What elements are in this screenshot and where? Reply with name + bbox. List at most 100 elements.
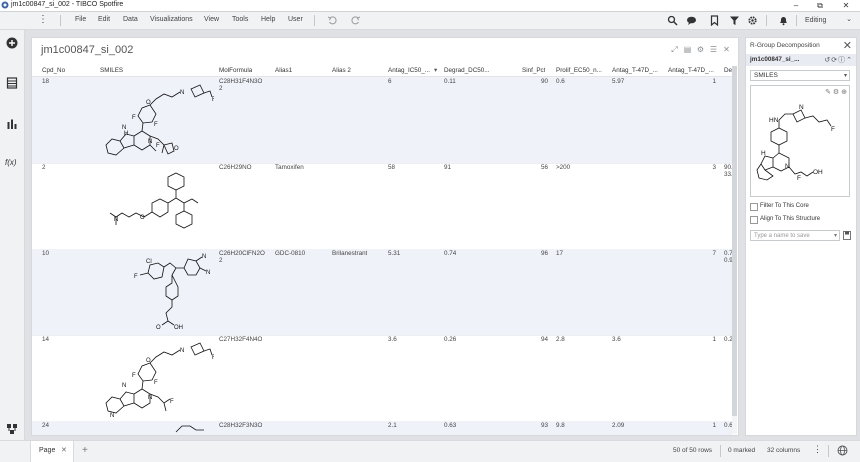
add-page-button[interactable]: + [82,445,88,456]
close-window-button[interactable]: ✕ [834,0,858,11]
left-sidebar: f(x) [0,30,25,440]
align-to-structure-checkbox[interactable] [750,216,758,224]
svg-text:N: N [206,270,210,276]
structure-column-select[interactable]: SMILES ▾ [750,70,850,81]
globe-icon[interactable] [837,445,848,456]
zoom-icon[interactable]: ⊕ [841,89,847,96]
cell-degrad-dc50: 0.74 [444,250,457,257]
visualization-settings-icon[interactable]: ⚙ [696,45,705,54]
save-disk-icon[interactable] [843,231,851,240]
table-visualization: jm1c00847_si_002 ⤢ ▤ ⚙ ☰ ✕ Cpd_No SMILES… [31,37,739,436]
maximize-visualization-icon[interactable]: ⤢ [670,45,679,54]
column-header-antag-t47d-a[interactable]: Antag_T-47D_... [612,67,660,74]
column-header-alias2[interactable]: Alias 2 [332,67,351,74]
menu-file[interactable]: File [75,16,86,23]
menu-user[interactable]: User [288,16,303,23]
cell-molformula: C28H31F4N3O [219,78,263,85]
cell-alias1: GDC-0810 [275,250,306,257]
settings-gear-icon[interactable] [747,15,758,26]
menu-visualizations[interactable]: Visualizations [150,16,193,23]
rgroup-data-table-tab[interactable]: jm1c00847_si_... [750,56,799,63]
cell-molformula: C26H20ClFN2O [219,250,265,257]
menu-data[interactable]: Data [123,16,138,23]
search-icon[interactable] [667,15,678,26]
column-header-alias1[interactable]: Alias1 [275,67,292,74]
table-row[interactable]: 24 C28H32F3N3O 2.1 0.63 93 9.8 2.09 1 0.… [32,421,733,435]
menu-tools[interactable]: Tools [232,16,248,23]
menu-view[interactable]: View [204,16,219,23]
close-panel-icon[interactable]: ✕ [843,39,852,52]
save-name-input[interactable]: Type a name to save ▾ [750,230,840,241]
details-icon[interactable]: ▤ [683,45,692,54]
more-menu-icon[interactable]: ⋮ [38,14,48,25]
core-structure-sketcher[interactable]: ✎ ⚙ ⊕ HN N F H N F OH [750,85,850,197]
sort-desc-icon[interactable]: ▾ [434,67,437,74]
bar-chart-icon[interactable] [6,118,18,130]
sketcher-settings-icon[interactable]: ⚙ [833,89,839,96]
sketcher-toolbar: ✎ ⚙ ⊕ [825,88,847,96]
table-row[interactable]: 14 C27H32F4N4O 3.6 0.26 94 2.8 3.6 1 0.2… [32,335,733,422]
column-header-antag-t47d-b[interactable]: Antag_T-47D_... [668,67,716,74]
maximize-button[interactable]: ⧉ [808,0,832,11]
notifications-bell-icon[interactable] [778,15,789,26]
rgroup-panel: R-Group Decomposition ✕ jm1c00847_si_...… [745,37,857,436]
column-header-cpd-no[interactable]: Cpd_No [42,67,65,74]
info-icon[interactable]: ⓘ [838,57,846,64]
cell-cpd-no: 24 [42,422,50,429]
cell-sinf-pct: 56 [540,164,548,171]
molecule-structure-14: N F O F F N N N F [105,342,214,419]
column-header-de[interactable]: De [724,67,732,74]
list-icon[interactable]: ☰ [709,45,718,54]
cell-antag-ic50: 2.1 [388,422,397,429]
status-more-icon[interactable]: ⋮ [813,444,822,455]
cell-degrad-dc50: 91 [444,164,452,171]
collapse-chevron-up-icon[interactable]: ⌃ [846,57,853,64]
edit-pencil-icon[interactable]: ✎ [825,89,831,96]
cell-alias2: Brilanestrant [332,250,368,257]
column-header-sinf-pct[interactable]: Sinf_Pct [522,67,545,74]
editing-mode-dropdown[interactable]: Editing ⌄ [796,15,856,26]
status-bar: Page ✕ + 50 of 50 rows 0 marked 32 colum… [0,440,860,462]
collaboration-icon[interactable] [686,15,697,26]
redo-icon[interactable] [350,15,361,26]
data-table-icon[interactable] [6,77,18,89]
minimize-button[interactable]: – [784,0,808,11]
svg-text:N: N [122,383,126,389]
function-fx-icon[interactable]: f(x) [5,158,21,170]
marked-count: 0 marked [728,447,756,454]
close-visualization-icon[interactable]: ✕ [722,45,731,54]
column-header-degrad-dc50[interactable]: Degrad_DC50... [444,67,494,74]
cell-antag-t47d-a: 5.97 [612,78,625,85]
cell-molformula-wrap: 2 [219,257,223,264]
close-page-icon[interactable]: ✕ [61,446,67,454]
svg-text:HN: HN [769,117,779,124]
filter-icon[interactable] [729,15,740,26]
filter-to-core-checkbox[interactable] [750,203,758,211]
column-header-molformula[interactable]: MolFormula [219,67,252,74]
cell-cpd-no: 10 [42,250,50,257]
column-header-smiles[interactable]: SMILES [100,67,123,74]
column-header-prolif-ec50[interactable]: Prolif_EC50_n... [556,67,604,74]
table-row[interactable]: 18 C28H31F4N3O 2 6 0.11 90 0.6 5.97 1 N … [32,77,732,164]
svg-text:F: F [132,115,136,121]
bookmark-icon[interactable] [709,15,720,26]
svg-text:N: N [799,104,804,111]
table-row[interactable]: 10 C26H20ClFN2O 2 GDC-0810 Brilanestrant… [32,249,733,336]
page-tab[interactable]: Page ✕ [30,441,74,462]
scrollbar-thumb[interactable] [732,66,737,416]
menu-edit[interactable]: Edit [98,16,110,23]
undo-icon[interactable] [327,15,338,26]
svg-text:N: N [180,90,184,96]
menu-help[interactable]: Help [261,16,275,23]
status-separator [828,445,829,457]
cell-antag-ic50: 58 [388,164,396,171]
column-header-antag-ic50[interactable]: Antag_IC50_... [388,67,434,74]
svg-text:N: N [148,395,152,401]
svg-text:F: F [212,97,214,103]
cell-sinf-pct: 94 [540,336,548,343]
table-vertical-scrollbar[interactable] [732,66,737,434]
add-circle-icon[interactable] [6,37,18,49]
table-row[interactable]: 2 C26H29NO Tamoxifen 58 91 56 >200 3 90.… [32,163,733,250]
data-canvas-icon[interactable] [6,423,18,435]
molecule-structure-brilanestrant: N N Cl F O OH [134,254,210,331]
